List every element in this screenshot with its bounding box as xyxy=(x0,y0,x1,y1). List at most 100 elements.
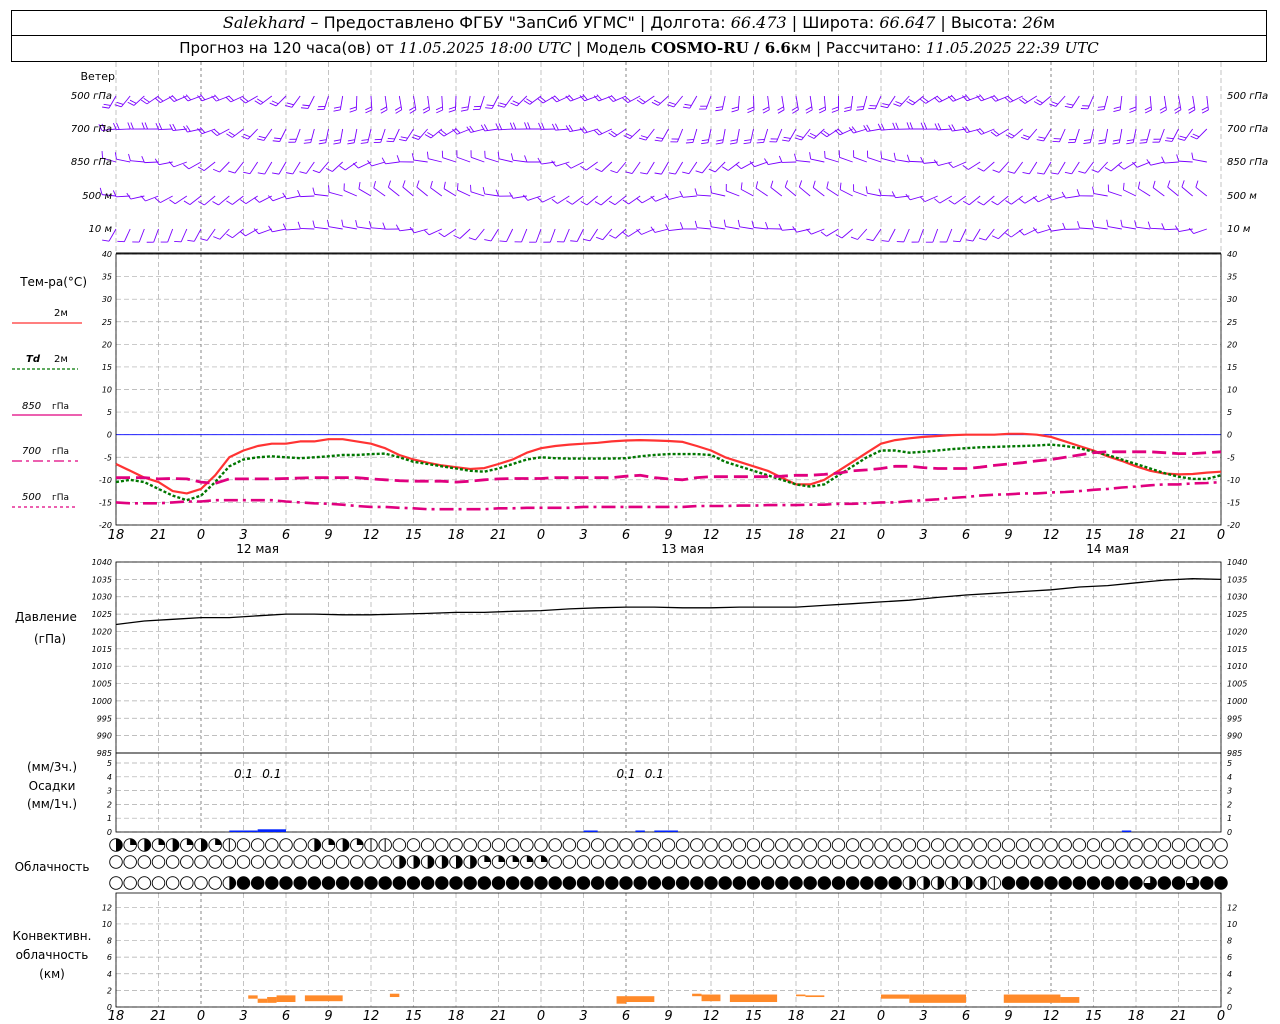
wind-barb-flag xyxy=(466,126,472,133)
wind-barb xyxy=(491,95,499,109)
wind-barb-flag xyxy=(866,238,874,242)
time-tick-label: 6 xyxy=(622,528,630,543)
wind-barb-flag xyxy=(349,109,357,113)
wind-barb xyxy=(1123,161,1137,170)
wind-barb-flag xyxy=(537,98,544,104)
wind-barb-flag xyxy=(524,155,528,163)
wind-barb xyxy=(325,128,329,143)
cloud-symbol xyxy=(1100,876,1115,890)
conv-bar xyxy=(1003,994,1061,1003)
wind-barb xyxy=(675,161,684,175)
cloud-symbol xyxy=(1086,855,1101,869)
wind-barb xyxy=(655,195,669,202)
wind-barb-flag xyxy=(226,133,233,138)
pressure-right-tick: 1020 xyxy=(1227,627,1247,636)
wind-barb-flag xyxy=(402,180,406,188)
wind-barb-flag xyxy=(144,122,149,130)
wind-barb xyxy=(343,190,358,197)
wind-barb xyxy=(484,193,499,197)
wind-barb xyxy=(230,95,244,103)
cloud-symbol xyxy=(236,855,251,869)
wind-barb-flag xyxy=(396,155,400,162)
wind-barb xyxy=(130,160,145,163)
cloud-symbol xyxy=(959,855,973,869)
cloud-symbol xyxy=(194,855,208,869)
time-tick-label: 18 xyxy=(788,528,805,543)
wind-barb-flag xyxy=(409,226,415,234)
wind-barb-flag xyxy=(977,201,984,206)
cloud-symbol xyxy=(888,876,902,890)
cloud-symbol xyxy=(803,838,817,852)
bottom-time-tick-label: 9 xyxy=(664,1009,672,1024)
cloud-symbol xyxy=(1214,876,1228,890)
conv-bar xyxy=(805,995,825,998)
wind-barb xyxy=(563,228,570,243)
time-tick-label: 0 xyxy=(537,528,545,543)
cloud-symbol xyxy=(250,876,265,890)
wind-barb-flag xyxy=(610,130,618,136)
wind-barb xyxy=(1123,189,1137,197)
wind-barb-flag xyxy=(1177,138,1185,141)
wind-barb xyxy=(1024,195,1038,204)
cloud-symbol xyxy=(505,876,520,890)
cloud-symbol xyxy=(775,876,789,890)
wind-barb-flag xyxy=(731,109,739,113)
wind-barb-flag xyxy=(256,138,264,141)
wind-barb-flag xyxy=(169,199,176,205)
wind-barb-flag xyxy=(1049,103,1057,107)
wind-barb-flag xyxy=(423,109,430,114)
cloud-symbol xyxy=(1086,876,1101,890)
wind-barb-flag xyxy=(319,139,327,142)
wind-barb xyxy=(557,195,570,204)
wind-barb-flag xyxy=(755,181,759,189)
cloud-symbol xyxy=(406,876,421,890)
wind-barb xyxy=(357,226,372,230)
bottom-time-tick-label: 15 xyxy=(1085,1009,1102,1024)
conv-bar xyxy=(304,995,343,1002)
wind-barb-flag xyxy=(1122,182,1125,190)
wind-barb xyxy=(862,95,868,110)
cloud-symbol xyxy=(463,838,477,852)
wind-barb-flag xyxy=(214,129,220,135)
wind-barb-flag xyxy=(1192,133,1200,138)
wind-barb-flag xyxy=(731,106,739,110)
wind-barb-flag xyxy=(299,171,307,174)
wind-barb xyxy=(512,159,527,163)
wind-barb-flag xyxy=(457,183,459,191)
wind-barb-flag xyxy=(757,139,765,141)
wind-barb xyxy=(812,187,825,197)
wind-barb-flag xyxy=(102,106,110,109)
bottom-time-tick-label: 18 xyxy=(448,1009,465,1024)
conv-bar xyxy=(248,995,258,999)
wind-barb-flag xyxy=(1097,109,1105,111)
wind-barb xyxy=(1059,128,1066,142)
wind-barb-flag xyxy=(623,135,631,140)
precip-annotation: 0.1 xyxy=(262,767,281,781)
wind-barb xyxy=(428,158,442,163)
cloud-symbol xyxy=(364,855,378,869)
legend-td-label: Td xyxy=(26,354,41,365)
bottom-time-tick-label: 6 xyxy=(282,1009,290,1024)
wind-barb-flag xyxy=(187,239,195,242)
temp-left-tick: -15 xyxy=(99,498,112,507)
legend-700-label: 700 xyxy=(22,446,41,457)
wind-barb xyxy=(668,228,683,231)
pressure-left-tick: 1030 xyxy=(92,593,112,602)
cloud-symbol xyxy=(1185,855,1200,869)
wind-barb-flag xyxy=(991,200,998,206)
temp-left-tick: 25 xyxy=(102,318,112,327)
cloud-symbol xyxy=(718,855,732,869)
wind-barb xyxy=(319,161,329,173)
wind-barb xyxy=(985,228,995,241)
wind-barb xyxy=(286,228,301,231)
conv-bar xyxy=(692,993,702,997)
wind-barb-flag xyxy=(436,109,443,114)
wind-barb-flag xyxy=(1019,198,1026,204)
wind-barb-flag xyxy=(1118,164,1125,170)
wind-barb xyxy=(323,95,329,110)
wind-barb-flag xyxy=(228,131,236,136)
cloud-symbol xyxy=(435,876,449,890)
cloud-symbol xyxy=(1072,838,1087,852)
bottom-time-tick-label: 9 xyxy=(324,1009,332,1024)
wind-barb xyxy=(881,157,896,163)
